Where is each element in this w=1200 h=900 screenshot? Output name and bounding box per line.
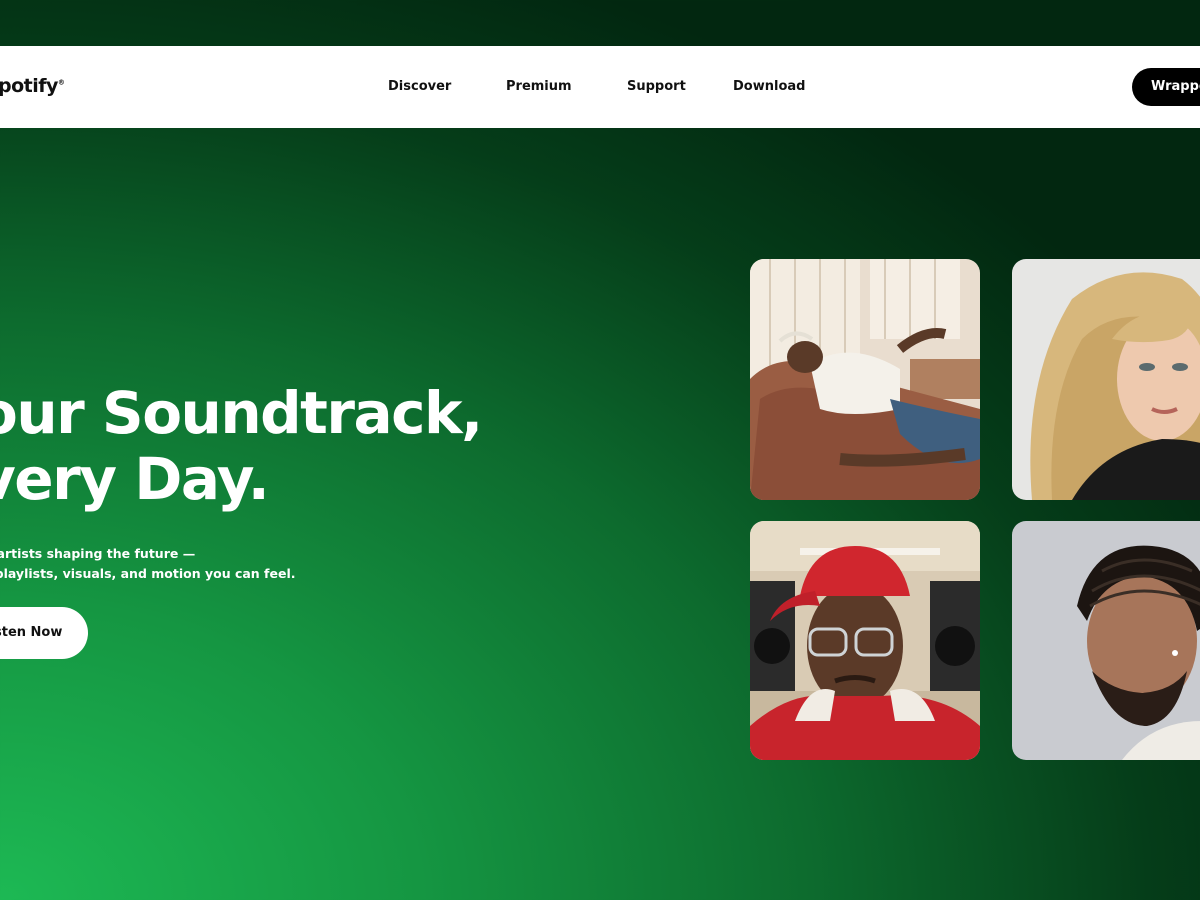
hero-subtitle-line-1: r artists shaping the future — [0, 546, 196, 561]
hero-subtitle-line-2: l playlists, visuals, and motion you can… [0, 566, 296, 581]
listen-now-button[interactable]: sten Now [0, 607, 88, 659]
artist-image-couch[interactable] [750, 259, 980, 500]
artist-image-braids[interactable] [1012, 521, 1200, 760]
nav-link-download[interactable]: Download [733, 79, 805, 94]
artist-photo-2 [1012, 259, 1200, 500]
wrapped-button[interactable]: Wrapped [1132, 68, 1200, 106]
artist-image-blonde[interactable] [1012, 259, 1200, 500]
artist-photo-1 [750, 259, 980, 500]
nav-link-premium[interactable]: Premium [506, 79, 572, 94]
hero-subtitle: r artists shaping the future — l playlis… [0, 544, 386, 584]
brand-logo[interactable]: potify® [0, 75, 65, 97]
logo-wordmark: potify [0, 75, 58, 97]
artist-image-red-cap[interactable] [750, 521, 980, 760]
artist-photo-4 [1012, 521, 1200, 760]
nav-link-support[interactable]: Support [627, 79, 686, 94]
hero-title-line-1: our Soundtrack, [0, 379, 483, 447]
hero-title-line-2: very Day. [0, 445, 270, 513]
artist-photo-3 [750, 521, 980, 760]
top-navbar [0, 46, 1200, 128]
nav-link-discover[interactable]: Discover [388, 79, 451, 94]
hero-title: our Soundtrack, very Day. [0, 380, 578, 512]
trademark-symbol: ® [57, 78, 65, 87]
